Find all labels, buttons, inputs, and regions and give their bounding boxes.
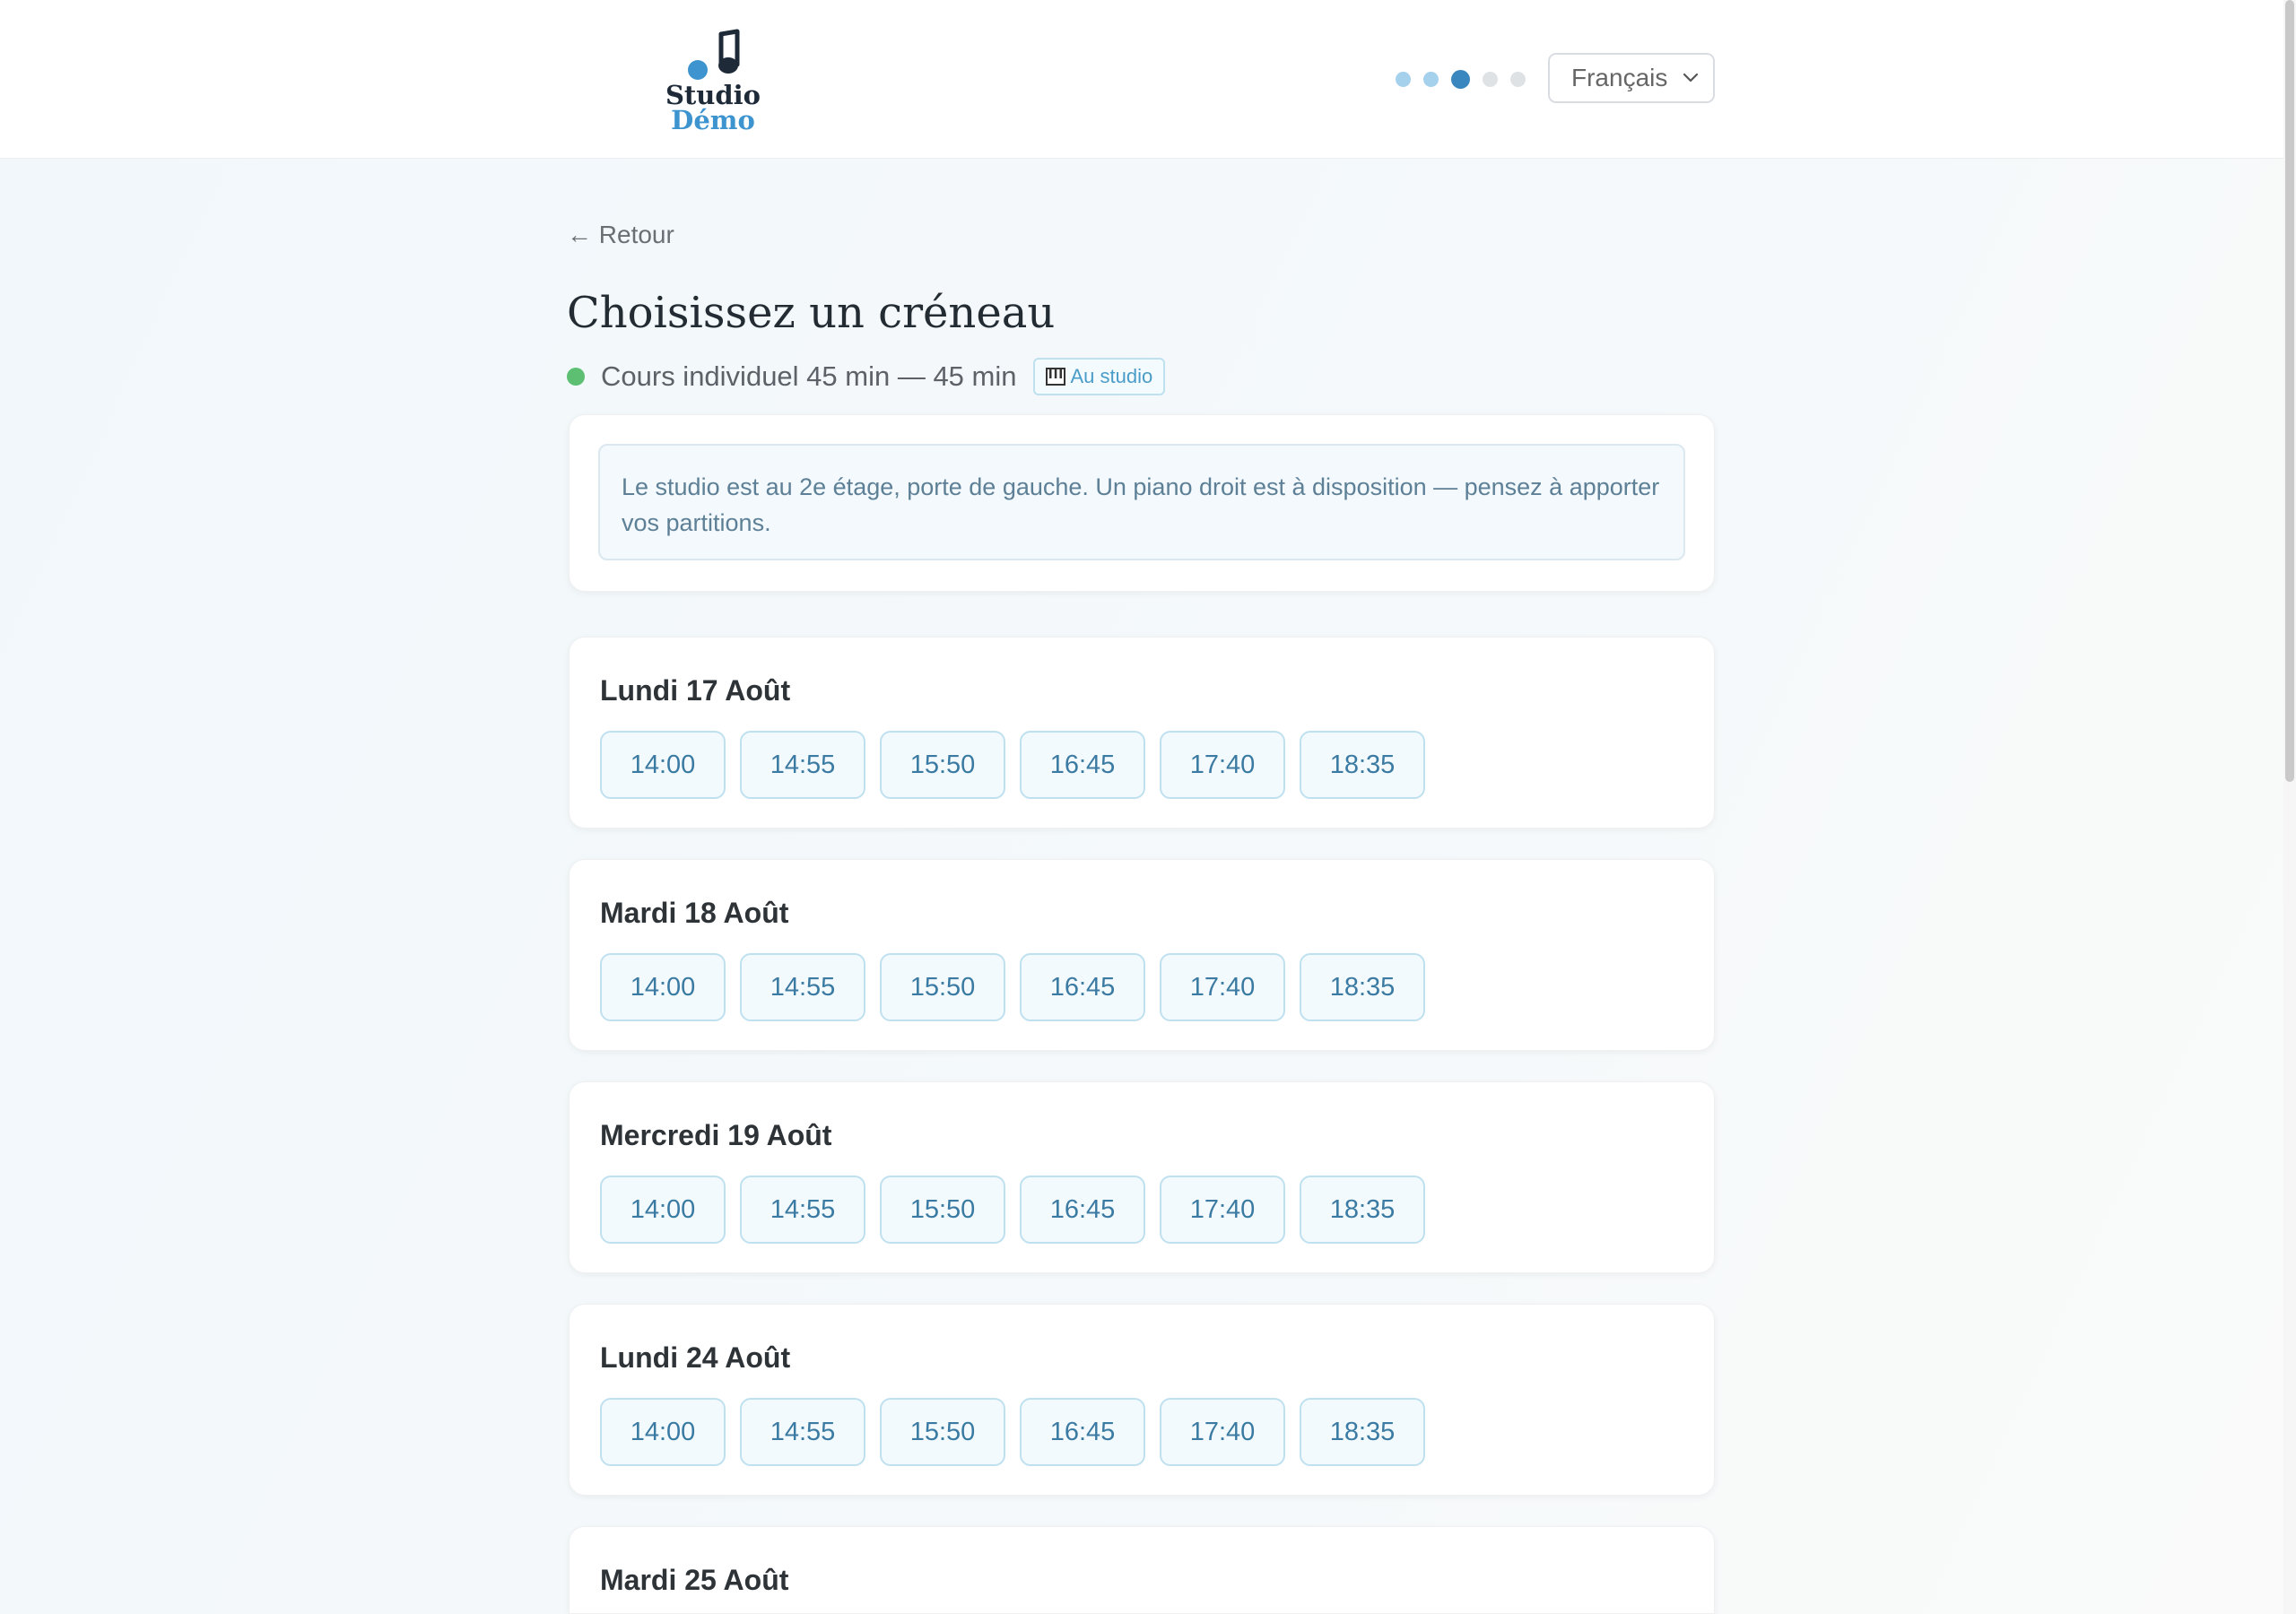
slot-list: 14:00 14:55 15:50 16:45 17:40 18:35 [600,731,1425,799]
language-selected: Français [1571,64,1668,91]
time-slot-button[interactable]: 16:45 [1020,731,1145,799]
time-slot-button[interactable]: 18:35 [1300,953,1425,1021]
day-card: Mardi 25 Août [569,1526,1715,1614]
time-slot-button[interactable]: 17:40 [1160,731,1285,799]
time-slot-button[interactable]: 14:55 [740,1176,865,1244]
status-dot [567,368,585,386]
info-card: Le studio est au 2e étage, porte de gauc… [569,414,1715,592]
time-slot-button[interactable]: 16:45 [1020,953,1145,1021]
logo-text-demo: Démo [671,105,755,135]
day-card: Lundi 17 Août 14:00 14:55 15:50 16:45 17… [569,637,1715,829]
time-slot-button[interactable]: 15:50 [880,731,1005,799]
studio-note: Le studio est au 2e étage, porte de gauc… [598,444,1685,560]
time-slot-button[interactable]: 17:40 [1160,1176,1285,1244]
progress-steps [1396,69,1526,89]
service-name: Cours individuel 45 min — 45 min [601,360,1017,392]
time-slot-button[interactable]: 15:50 [880,1176,1005,1244]
day-card: Mardi 18 Août 14:00 14:55 15:50 16:45 17… [569,859,1715,1051]
day-title: Mercredi 19 Août [600,1119,832,1151]
time-slot-button[interactable]: 18:35 [1300,1398,1425,1466]
time-slot-button[interactable]: 17:40 [1160,1398,1285,1466]
location-badge-label: Au studio [1070,365,1153,387]
day-title: Lundi 24 Août [600,1341,791,1374]
time-slot-button[interactable]: 16:45 [1020,1398,1145,1466]
chevron-down-icon [1683,73,1699,82]
slot-list: 14:00 14:55 15:50 16:45 17:40 18:35 [600,953,1425,1021]
piano-icon [1045,368,1065,386]
step-1-dot [1396,71,1411,87]
step-4-dot [1483,71,1498,87]
page-title: Choisissez un créneau [567,288,1056,338]
time-slot-button[interactable]: 18:35 [1300,731,1425,799]
time-slot-button[interactable]: 14:55 [740,953,865,1021]
day-card: Lundi 24 Août 14:00 14:55 15:50 16:45 17… [569,1304,1715,1496]
scrollbar-thumb[interactable] [2285,0,2294,782]
time-slot-button[interactable]: 15:50 [880,1398,1005,1466]
time-slot-button[interactable]: 14:00 [600,731,726,799]
back-link[interactable]: ← Retour [567,221,674,249]
time-slot-button[interactable]: 17:40 [1160,953,1285,1021]
time-slot-button[interactable]: 14:00 [600,953,726,1021]
slot-list: 14:00 14:55 15:50 16:45 17:40 18:35 [600,1176,1425,1244]
day-title: Mardi 18 Août [600,897,789,929]
time-slot-button[interactable]: 14:55 [740,1398,865,1466]
day-title: Mardi 25 Août [600,1564,789,1596]
location-badge: Au studio [1032,358,1166,395]
time-slot-button[interactable]: 14:55 [740,731,865,799]
step-5-dot [1510,71,1526,87]
step-2-dot [1423,71,1439,87]
time-slot-button[interactable]: 15:50 [880,953,1005,1021]
slot-list: 14:00 14:55 15:50 16:45 17:40 18:35 [600,1398,1425,1466]
time-slot-button[interactable]: 14:00 [600,1398,726,1466]
time-slot-button[interactable]: 16:45 [1020,1176,1145,1244]
service-summary: Cours individuel 45 min — 45 min Au stud… [567,355,1166,398]
time-slot-button[interactable]: 18:35 [1300,1176,1425,1244]
day-card: Mercredi 19 Août 14:00 14:55 15:50 16:45… [569,1081,1715,1273]
language-select[interactable]: Français [1548,53,1715,103]
studio-logo[interactable]: Studio Démo [664,29,762,136]
music-note-icon [688,29,740,80]
time-slot-button[interactable]: 14:00 [600,1176,726,1244]
step-3-dot [1451,69,1470,89]
day-title: Lundi 17 Août [600,674,791,707]
header: Studio Démo Français [0,0,2283,159]
